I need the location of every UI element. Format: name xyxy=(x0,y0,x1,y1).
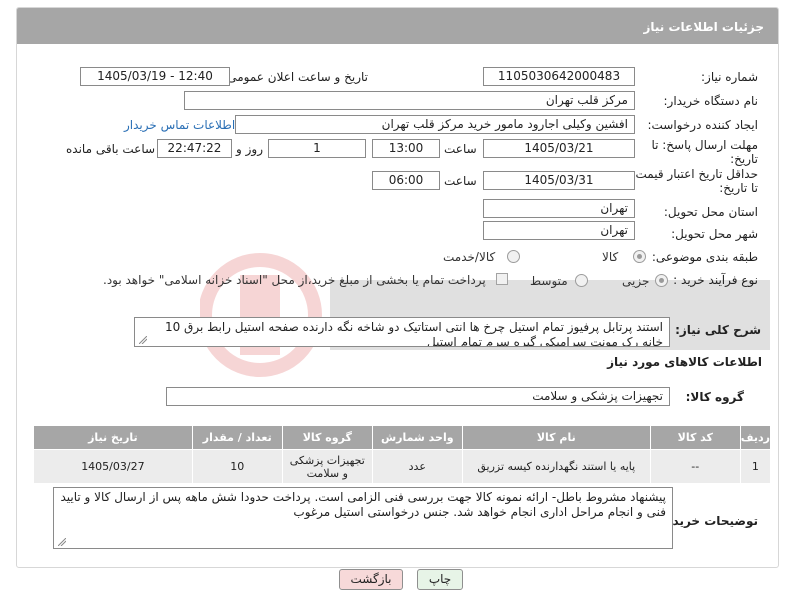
goods-group-field: تجهیزات پزشکی و سلامت xyxy=(166,387,670,406)
cell-row-number: 1 xyxy=(739,449,772,484)
buyer-notes-text: پیشنهاد مشروط باطل- ارائه نمونه کالا جهت… xyxy=(60,490,666,519)
goods-info-title: اطلاعات کالاهای مورد نیاز xyxy=(607,355,762,369)
treasury-payment-checkbox[interactable] xyxy=(496,273,508,285)
validity-date-field: 1405/03/31 xyxy=(483,171,635,190)
cell-item-code: -- xyxy=(649,449,741,484)
validity-time-field: 06:00 xyxy=(372,171,440,190)
reply-time-field: 13:00 xyxy=(372,139,440,158)
remaining-days-field: 1 xyxy=(268,139,366,158)
cell-item-group: تجهیزات پزشکی و سلامت xyxy=(281,449,373,484)
print-button[interactable]: چاپ xyxy=(417,569,463,590)
process-option-medium: متوسط xyxy=(530,274,568,288)
creator-label: ایجاد کننده درخواست: xyxy=(647,118,758,132)
goods-group-label: گروه کالا: xyxy=(685,390,744,404)
buyer-org-label: نام دستگاه خریدار: xyxy=(663,94,759,108)
buyer-org-field: مرکز قلب تهران xyxy=(184,91,635,110)
buyer-contact-link[interactable]: اطلاعات تماس خریدار xyxy=(124,118,235,132)
goods-table-header-row: ردیف کد کالا نام کالا واحد شمارش گروه کا… xyxy=(33,425,772,450)
category-option-goods: کالا xyxy=(602,250,619,264)
col-header-unit: واحد شمارش xyxy=(371,425,463,450)
general-description-text: استند پرتابل پرفیوز تمام استیل چرخ ها ان… xyxy=(164,320,663,347)
process-radio-minor[interactable] xyxy=(655,274,668,287)
panel-title: جزئیات اطلاعات نیاز xyxy=(17,8,778,44)
price-validity-label-date: تا تاریخ: xyxy=(719,181,758,195)
days-label: روز و xyxy=(236,142,263,156)
province-label: استان محل تحویل: xyxy=(663,205,758,219)
need-number-label: شماره نیاز: xyxy=(701,70,758,84)
cell-need-date: 1405/03/27 xyxy=(33,449,193,484)
col-header-item-name: نام کالا xyxy=(461,425,651,450)
announce-datetime-label: تاریخ و ساعت اعلان عمومی: xyxy=(223,70,368,84)
cell-unit: عدد xyxy=(371,449,463,484)
goods-table: ردیف کد کالا نام کالا واحد شمارش گروه کا… xyxy=(33,425,772,484)
col-header-item-code: کد کالا xyxy=(649,425,741,450)
category-radio-goods[interactable] xyxy=(633,250,646,263)
resize-handle-icon[interactable] xyxy=(58,538,66,546)
general-description-field: استند پرتابل پرفیوز تمام استیل چرخ ها ان… xyxy=(134,317,670,347)
need-number-field: 1105030642000483 xyxy=(483,67,635,86)
remaining-time-field: 22:47:22 xyxy=(157,139,232,158)
reply-date-field: 1405/03/21 xyxy=(483,139,635,158)
col-header-quantity: تعداد / مقدار xyxy=(191,425,283,450)
process-label: نوع فرآیند خرید : xyxy=(673,273,758,287)
table-row: 1 -- پایه یا استند نگهدارنده کیسه تزریق … xyxy=(33,449,772,484)
reply-deadline-label-date: تاریخ: xyxy=(730,152,758,166)
category-radio-goods-service[interactable] xyxy=(507,250,520,263)
general-description-label: شرح کلی نیاز: xyxy=(675,323,761,337)
city-field: تهران xyxy=(483,221,635,240)
cell-item-name: پایه یا استند نگهدارنده کیسه تزریق xyxy=(461,449,651,484)
process-option-minor: جزیی xyxy=(622,274,650,288)
category-label: طبقه بندی موضوعی: xyxy=(651,250,758,264)
city-label: شهر محل تحویل: xyxy=(671,227,758,241)
back-button[interactable]: بازگشت xyxy=(339,569,403,590)
reply-deadline-label: مهلت ارسال پاسخ: تا xyxy=(651,138,758,152)
col-header-row-number: ردیف xyxy=(739,425,772,450)
announce-datetime-field: 1405/03/19 - 12:40 xyxy=(80,67,230,86)
buyer-notes-field: پیشنهاد مشروط باطل- ارائه نمونه کالا جهت… xyxy=(53,487,673,549)
validity-time-label: ساعت xyxy=(444,174,477,188)
remaining-time-label: ساعت باقی مانده xyxy=(66,142,156,156)
category-option-goods-service: کالا/خدمت xyxy=(443,250,496,264)
col-header-item-group: گروه کالا xyxy=(281,425,373,450)
process-radio-medium[interactable] xyxy=(575,274,588,287)
col-header-need-date: تاریخ نیاز xyxy=(33,425,193,450)
province-field: تهران xyxy=(483,199,635,218)
price-validity-label: حداقل تاریخ اعتبار قیمت: xyxy=(631,167,758,181)
resize-handle-icon[interactable] xyxy=(139,336,147,344)
treasury-payment-note: پرداخت تمام یا بخشی از مبلغ خرید،از محل … xyxy=(103,273,486,287)
cell-quantity: 10 xyxy=(191,449,283,484)
reply-time-label: ساعت xyxy=(444,142,477,156)
creator-field: افشین وکیلی اجارود مامور خرید مرکز قلب ت… xyxy=(235,115,635,134)
